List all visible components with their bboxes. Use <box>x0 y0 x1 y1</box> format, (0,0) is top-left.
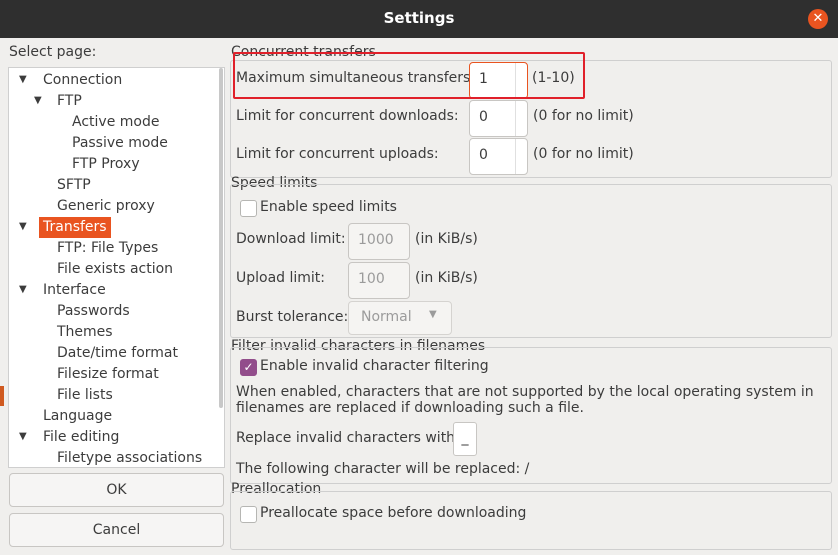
enable-speed-limits-checkbox[interactable] <box>240 200 257 217</box>
tree-item-sftp[interactable]: SFTP <box>57 175 91 196</box>
cancel-button[interactable]: Cancel <box>9 513 224 547</box>
stepper-divider <box>515 139 527 174</box>
highlight-box <box>233 52 585 99</box>
enable-speed-limits-label: Enable speed limits <box>260 199 397 215</box>
download-limit-value[interactable]: 1000 <box>358 232 394 248</box>
following-char-label: The following character will be replaced… <box>236 461 530 477</box>
tree-item-connection[interactable]: Connection <box>43 70 122 91</box>
tree-item-interface[interactable]: Interface <box>43 280 106 301</box>
filter-description-line2: filenames are replaced if downloading su… <box>236 400 584 416</box>
select-page-label: Select page: <box>9 44 97 60</box>
burst-tolerance-dropdown[interactable]: Normal ▼ <box>348 301 452 335</box>
preallocate-checkbox[interactable] <box>240 506 257 523</box>
upload-limit-input[interactable]: 100 <box>348 262 410 299</box>
chevron-down-icon: ▼ <box>429 309 437 320</box>
concurrent-uploads-hint: (0 for no limit) <box>533 146 634 162</box>
tree-item-themes[interactable]: Themes <box>57 322 113 343</box>
burst-tolerance-label: Burst tolerance: <box>236 309 349 325</box>
concurrent-downloads-hint: (0 for no limit) <box>533 108 634 124</box>
concurrent-uploads-stepper[interactable]: 0 <box>469 138 528 175</box>
replace-with-label: Replace invalid characters with: <box>236 430 460 446</box>
tree-item-filesize-format[interactable]: Filesize format <box>57 364 159 385</box>
expander-arrow-icon[interactable]: ▼ <box>19 221 27 232</box>
tree-item-passive-mode[interactable]: Passive mode <box>72 133 168 154</box>
tree-item-filetype-associations[interactable]: Filetype associations <box>57 448 202 467</box>
preallocate-label: Preallocate space before downloading <box>260 505 527 521</box>
burst-tolerance-value: Normal <box>361 309 412 325</box>
expander-arrow-icon[interactable]: ▼ <box>34 95 42 106</box>
ok-button[interactable]: OK <box>9 473 224 507</box>
enable-filtering-checkbox[interactable]: ✓ <box>240 359 257 376</box>
upload-limit-label: Upload limit: <box>236 270 326 286</box>
download-limit-input[interactable]: 1000 <box>348 223 410 260</box>
expander-arrow-icon[interactable]: ▼ <box>19 284 27 295</box>
title-bar: Settings ✕ <box>0 0 838 38</box>
tree-item-file-exists-action[interactable]: File exists action <box>57 259 173 280</box>
close-icon[interactable]: ✕ <box>808 9 828 29</box>
filter-description-line1: When enabled, characters that are not su… <box>236 384 814 400</box>
tree-item-file-lists[interactable]: File lists <box>57 385 113 406</box>
tree-item-generic-proxy[interactable]: Generic proxy <box>57 196 155 217</box>
download-limit-unit: (in KiB/s) <box>415 231 478 247</box>
stepper-divider <box>515 101 527 136</box>
concurrent-downloads-value[interactable]: 0 <box>479 109 488 125</box>
concurrent-uploads-value[interactable]: 0 <box>479 147 488 163</box>
enable-filtering-label: Enable invalid character filtering <box>260 358 489 374</box>
tree-item-language[interactable]: Language <box>43 406 112 427</box>
window-title: Settings <box>383 9 455 27</box>
page-tree[interactable]: Connection ▼ FTP ▼ Active mode Passive mode FT… <box>8 67 225 468</box>
upload-limit-value[interactable]: 100 <box>358 271 385 287</box>
expander-arrow-icon[interactable]: ▼ <box>19 431 27 442</box>
tree-item-transfers[interactable]: Transfers <box>39 217 111 238</box>
tree-item-passwords[interactable]: Passwords <box>57 301 130 322</box>
replace-char-input[interactable]: _ <box>453 422 477 456</box>
expander-arrow-icon[interactable]: ▼ <box>19 74 27 85</box>
tree-item-file-editing[interactable]: File editing <box>43 427 119 448</box>
download-limit-label: Download limit: <box>236 231 346 247</box>
tree-item-ftp-file-types[interactable]: FTP: File Types <box>57 238 158 259</box>
tree-item-ftp-proxy[interactable]: FTP Proxy <box>72 154 140 175</box>
concurrent-downloads-stepper[interactable]: 0 <box>469 100 528 137</box>
concurrent-uploads-label: Limit for concurrent uploads: <box>236 146 439 162</box>
tree-item-ftp[interactable]: FTP <box>57 91 82 112</box>
upload-limit-unit: (in KiB/s) <box>415 270 478 286</box>
concurrent-downloads-label: Limit for concurrent downloads: <box>236 108 459 124</box>
background-window-edge <box>0 386 4 406</box>
tree-item-date-time-format[interactable]: Date/time format <box>57 343 178 364</box>
tree-item-active-mode[interactable]: Active mode <box>72 112 159 133</box>
tree-scrollbar[interactable] <box>219 68 223 408</box>
